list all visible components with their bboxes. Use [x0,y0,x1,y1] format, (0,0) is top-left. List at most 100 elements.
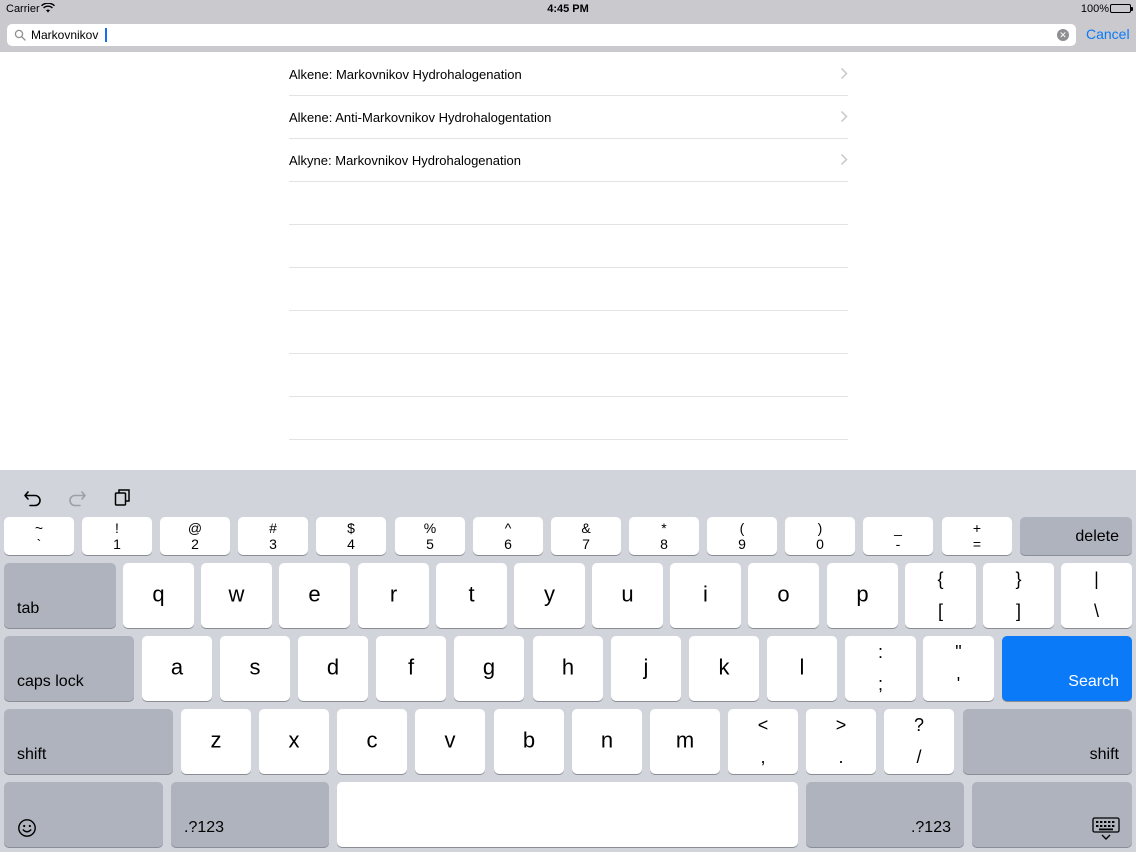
key-l[interactable]: l [767,636,837,701]
chevron-right-icon [840,110,848,123]
search-icon [14,29,26,41]
key-n[interactable]: n [572,709,642,774]
dismiss-keyboard-key[interactable] [972,782,1132,847]
key-label: w [228,581,245,607]
key-label: 9 [738,536,746,552]
key-z[interactable]: z [181,709,251,774]
key-symbol[interactable]: <, [728,709,798,774]
clear-icon[interactable]: ✕ [1057,29,1069,41]
key-label: u [621,581,634,607]
caps-lock-key[interactable]: caps lock [4,636,134,701]
key-label: > [835,715,847,735]
key-label: i [703,581,708,607]
key-a[interactable]: a [142,636,212,701]
key-g[interactable]: g [454,636,524,701]
key-symbol[interactable]: {[ [905,563,976,628]
key-label: v [444,727,456,753]
key-label: 1 [113,536,121,552]
key-symbol[interactable]: ? / [884,709,954,774]
key-w[interactable]: w [201,563,272,628]
numbers-key-right[interactable]: .?123 [806,782,964,847]
search-field[interactable]: ✕ [7,24,1076,46]
key-p[interactable]: p [827,563,898,628]
key-symbol[interactable]: }] [983,563,1054,628]
search-input[interactable] [31,26,1051,44]
key-label: y [544,581,555,607]
cancel-button[interactable]: Cancel [1086,26,1130,42]
key-m[interactable]: m [650,709,720,774]
key-h[interactable]: h [533,636,603,701]
key-label: ( [739,520,745,536]
key-k[interactable]: k [689,636,759,701]
key-f[interactable]: f [376,636,446,701]
key-label: .?123 [910,819,951,836]
key-label: { [937,569,944,589]
key-b[interactable]: b [494,709,564,774]
key-o[interactable]: o [748,563,819,628]
key-label: ! [115,520,119,536]
shift-key-left[interactable]: shift [4,709,173,774]
key-symbol[interactable]: " ' [923,636,994,701]
key-symbol[interactable]: | \ [1061,563,1132,628]
key-s[interactable]: s [220,636,290,701]
key-d[interactable]: d [298,636,368,701]
key-9[interactable]: (9 [707,517,777,555]
key-label: z [210,727,222,753]
key-i[interactable]: i [670,563,741,628]
shift-key-right[interactable]: shift [963,709,1132,774]
delete-key[interactable]: delete [1020,517,1132,555]
space-bar[interactable] [337,782,798,847]
key-5[interactable]: % 5 [395,517,465,555]
key-e[interactable]: e [279,563,350,628]
key-y[interactable]: y [514,563,585,628]
key-u[interactable]: u [592,563,663,628]
numbers-key-left[interactable]: .?123 [171,782,329,847]
key-label: m [675,727,695,753]
key--[interactable]: _ - [863,517,933,555]
key-7[interactable]: & 7 [551,517,621,555]
search-key[interactable]: Search [1002,636,1132,701]
key-symbol[interactable]: :; [845,636,916,701]
key-label: e [308,581,321,607]
key-label: r [389,581,398,607]
key-1[interactable]: ! 1 [82,517,152,555]
undo-icon[interactable] [22,486,44,508]
key-q[interactable]: q [123,563,194,628]
key-8[interactable]: * 8 [629,517,699,555]
key-v[interactable]: v [415,709,485,774]
result-row[interactable]: Alkene: Markovnikov Hydrohalogenation [289,53,848,96]
text-cursor [105,28,107,42]
key-6[interactable]: ^ 6 [473,517,543,555]
key-label: = [972,536,982,552]
result-row[interactable]: Alkyne: Markovnikov Hydrohalogenation [289,139,848,182]
paste-icon[interactable] [112,486,134,508]
tab-key[interactable]: tab [4,563,116,628]
key-label: @ [187,520,203,536]
key-=[interactable]: + = [942,517,1012,555]
empty-row [289,225,848,268]
key-t[interactable]: t [436,563,507,628]
redo-icon[interactable] [66,486,88,508]
key-label: [ [937,601,943,621]
key-4[interactable]: $4 [316,517,386,555]
key-c[interactable]: c [337,709,407,774]
key-2[interactable]: @2 [160,517,230,555]
key-`[interactable]: ~ ` [4,517,74,555]
empty-row [289,268,848,311]
key-label: s [249,654,261,680]
key-label: / [916,747,922,767]
key-r[interactable]: r [358,563,429,628]
key-symbol[interactable]: >. [806,709,876,774]
key-j[interactable]: j [611,636,681,701]
emoji-key[interactable] [4,782,163,847]
key-label: 2 [191,536,199,552]
key-label: | [1094,569,1099,589]
key-label: 6 [504,536,512,552]
key-x[interactable]: x [259,709,329,774]
key-label: tab [17,600,40,617]
key-label: * [661,520,667,536]
result-row[interactable]: Alkene: Anti-Markovnikov Hydrohalogentat… [289,96,848,139]
key-3[interactable]: #3 [238,517,308,555]
key-label: + [972,520,982,536]
key-0[interactable]: ) 0 [785,517,855,555]
